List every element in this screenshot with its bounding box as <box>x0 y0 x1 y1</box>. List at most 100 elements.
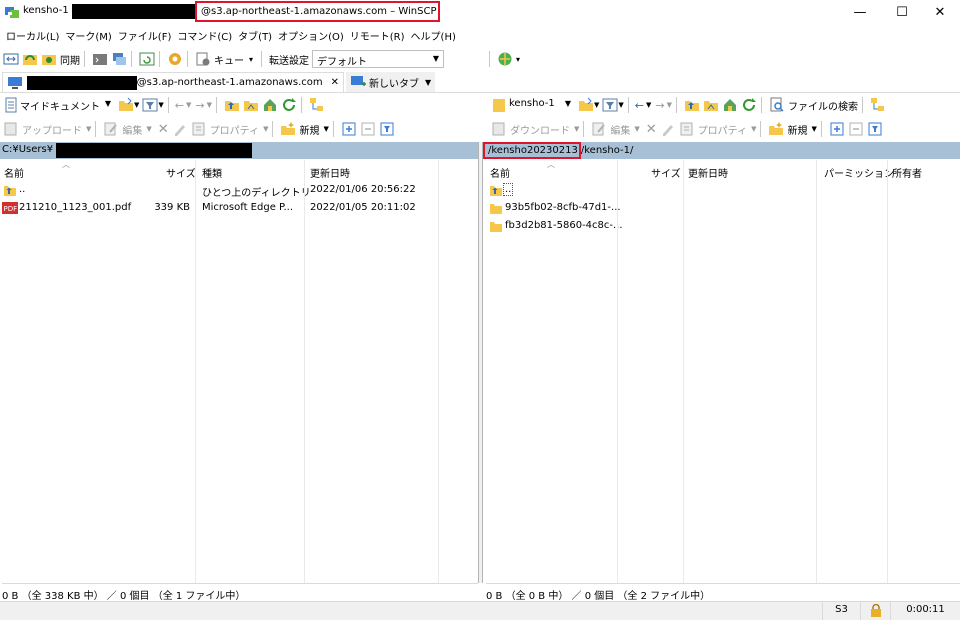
preferences-gear-icon[interactable] <box>167 51 183 67</box>
terminal-icon[interactable] <box>92 51 108 67</box>
tree-view-icon[interactable] <box>870 97 886 113</box>
left-col-type[interactable]: 種類 <box>202 165 222 180</box>
forward-arrow-icon[interactable]: → <box>655 99 664 112</box>
delete-icon[interactable]: ✕ <box>646 122 657 137</box>
properties-button[interactable]: プロパティ <box>698 122 747 137</box>
table-row[interactable]: .. ひとつ上のディレクトリ 2022/01/06 20:56:22 <box>0 182 478 200</box>
left-col-modified[interactable]: 更新日時 <box>310 165 350 180</box>
queue-button[interactable]: キュー <box>214 52 244 67</box>
left-col-size[interactable]: サイズ <box>166 165 196 180</box>
edit-button[interactable]: 編集 <box>122 122 142 137</box>
synchronize-icon[interactable] <box>41 51 57 67</box>
lock-icon[interactable] <box>860 601 890 620</box>
download-button[interactable]: ダウンロード <box>510 122 570 137</box>
refresh-icon[interactable] <box>741 97 757 113</box>
delete-icon[interactable]: ✕ <box>158 122 169 137</box>
forward-chevron-icon[interactable]: ▼ <box>207 101 212 109</box>
table-row[interactable]: fb3d2b81-5860-4c8c-... <box>484 218 960 236</box>
root-directory-icon[interactable] <box>243 97 259 113</box>
menu-command[interactable]: コマンド(C) <box>177 28 232 43</box>
back-arrow-icon[interactable]: ← <box>175 99 184 112</box>
menu-file[interactable]: ファイル(F) <box>118 28 172 43</box>
right-location-select[interactable]: kensho-1 ▼ <box>507 96 575 114</box>
open-folder-icon[interactable] <box>118 97 134 113</box>
home-icon[interactable] <box>262 97 278 113</box>
filter-chevron-icon[interactable]: ▼ <box>618 101 623 109</box>
menu-mark[interactable]: マーク(M) <box>65 28 111 43</box>
find-files-button[interactable]: ファイルの検索 <box>788 98 858 113</box>
properties-button[interactable]: プロパティ <box>210 122 259 137</box>
parent-directory-icon[interactable] <box>224 97 240 113</box>
right-col-size[interactable]: サイズ <box>651 165 681 180</box>
edit-chevron-icon[interactable]: ▼ <box>634 125 639 133</box>
maximize-button[interactable]: ☐ <box>882 0 922 24</box>
upload-chevron-icon[interactable]: ▼ <box>86 125 91 133</box>
minimize-button[interactable]: — <box>840 0 880 24</box>
tab-session[interactable]: @s3.ap-northeast-1.amazonaws.com ✕ <box>2 72 344 92</box>
new-button[interactable]: 新規 <box>787 122 807 137</box>
upload-button[interactable]: アップロード <box>22 122 82 137</box>
right-path-bar[interactable]: /kensho20230213 /kensho-1/ <box>483 142 960 159</box>
tree-view-icon[interactable] <box>309 97 325 113</box>
select-all-plus-icon[interactable] <box>341 121 357 137</box>
menu-help[interactable]: ヘルプ(H) <box>411 28 456 43</box>
queue-icon[interactable] <box>195 51 211 67</box>
menu-local[interactable]: ローカル(L) <box>6 28 59 43</box>
filter-icon[interactable] <box>142 97 158 113</box>
synchronize-button[interactable]: 同期 <box>60 52 80 67</box>
refresh-window-icon[interactable] <box>139 51 155 67</box>
new-chevron-icon[interactable]: ▼ <box>811 125 816 133</box>
properties-chevron-icon[interactable]: ▼ <box>263 125 268 133</box>
winscp-app-icon[interactable] <box>5 5 19 19</box>
table-row[interactable]: PDF 211210_1123_001.pdf 339 KB Microsoft… <box>0 200 478 218</box>
right-col-modified[interactable]: 更新日時 <box>688 165 728 180</box>
filter-mask-icon[interactable] <box>867 121 883 137</box>
unselect-minus-icon[interactable] <box>360 121 376 137</box>
left-col-name[interactable]: 名前 <box>4 165 24 180</box>
compare-directories-icon[interactable] <box>3 51 19 67</box>
root-directory-icon[interactable] <box>703 97 719 113</box>
refresh-icon[interactable] <box>281 97 297 113</box>
queue-dropdown-chevron-icon[interactable]: ▾ <box>249 55 253 64</box>
forward-chevron-icon[interactable]: ▼ <box>667 101 672 109</box>
menu-options[interactable]: オプション(O) <box>278 28 344 43</box>
find-files-icon[interactable] <box>769 97 785 113</box>
globe-dropdown-chevron-icon[interactable]: ▾ <box>516 55 520 64</box>
back-arrow-icon[interactable]: ← <box>635 99 644 112</box>
right-col-permission[interactable]: パーミッション <box>824 165 894 180</box>
open-folder-icon[interactable] <box>578 97 594 113</box>
table-row[interactable]: .. <box>484 182 960 200</box>
new-chevron-icon[interactable]: ▼ <box>323 125 328 133</box>
right-col-owner[interactable]: 所有者 <box>892 165 922 180</box>
select-all-plus-icon[interactable] <box>829 121 845 137</box>
open-folder-chevron-icon[interactable]: ▼ <box>594 101 599 109</box>
back-chevron-icon[interactable]: ▼ <box>646 101 651 109</box>
edit-chevron-icon[interactable]: ▼ <box>146 125 151 133</box>
parent-directory-icon[interactable] <box>684 97 700 113</box>
unselect-minus-icon[interactable] <box>848 121 864 137</box>
forward-arrow-icon[interactable]: → <box>195 99 204 112</box>
menu-remote[interactable]: リモート(R) <box>350 28 405 43</box>
home-icon[interactable] <box>722 97 738 113</box>
back-chevron-icon[interactable]: ▼ <box>186 101 191 109</box>
transfer-settings-select[interactable]: デフォルト ▼ <box>312 50 445 68</box>
properties-chevron-icon[interactable]: ▼ <box>751 125 756 133</box>
close-button[interactable]: ✕ <box>920 0 960 24</box>
pane-splitter[interactable] <box>478 142 483 583</box>
menu-tab[interactable]: タブ(T) <box>238 28 272 43</box>
edit-button[interactable]: 編集 <box>610 122 630 137</box>
transfer-settings-globe-icon[interactable] <box>497 51 513 67</box>
tab-new[interactable]: 新しいタブ ▼ <box>346 72 436 92</box>
filter-chevron-icon[interactable]: ▼ <box>158 101 163 109</box>
open-folder-chevron-icon[interactable]: ▼ <box>134 101 139 109</box>
left-location-select[interactable]: マイドキュメント ▼ <box>19 96 115 114</box>
new-button[interactable]: 新規 <box>299 122 319 137</box>
download-chevron-icon[interactable]: ▼ <box>574 125 579 133</box>
rename-icon[interactable] <box>172 121 188 137</box>
filter-icon[interactable] <box>602 97 618 113</box>
new-tab-chevron-down-icon[interactable]: ▼ <box>425 78 431 87</box>
filter-mask-icon[interactable] <box>379 121 395 137</box>
right-col-name[interactable]: 名前 <box>490 165 510 180</box>
table-row[interactable]: 93b5fb02-8cfb-47d1-... <box>484 200 960 218</box>
rename-icon[interactable] <box>660 121 676 137</box>
